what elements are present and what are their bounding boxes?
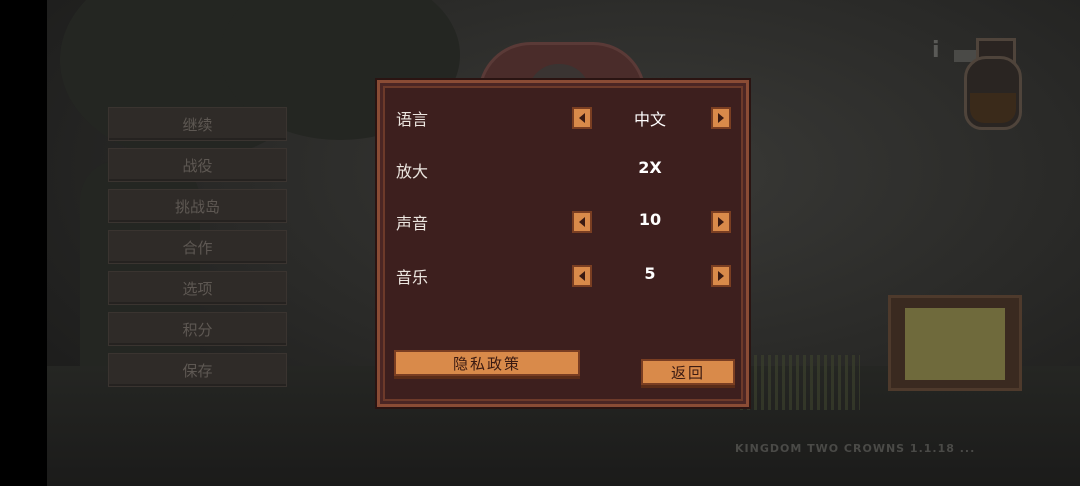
- option-row-zoom: 放大 2X: [380, 155, 746, 185]
- map-scroll: [905, 308, 1005, 380]
- option-row-music: 音乐 5: [380, 261, 746, 291]
- language-value: 中文: [633, 110, 666, 129]
- sound-decrease-button[interactable]: [572, 211, 592, 233]
- sound-label: 声音: [396, 214, 429, 233]
- back-button[interactable]: 返回: [641, 359, 735, 385]
- version-watermark: KINGDOM TWO CROWNS 1.1.18 ...: [735, 442, 976, 455]
- menu-item-save[interactable]: 保存: [108, 353, 287, 387]
- coin-pouch-icon: [962, 38, 1024, 132]
- arrow-left-icon: [579, 271, 585, 281]
- arrow-right-icon: [718, 113, 724, 123]
- zoom-label: 放大: [396, 162, 429, 181]
- info-icon[interactable]: i: [932, 38, 940, 63]
- left-letterbox: [0, 0, 47, 486]
- option-row-language: 语言 中文: [380, 103, 746, 133]
- menu-item-campaign[interactable]: 战役: [108, 148, 287, 182]
- option-row-sound: 声音 10: [380, 207, 746, 237]
- menu-item-challenge-islands[interactable]: 挑战岛: [108, 189, 287, 223]
- arrow-left-icon: [579, 217, 585, 227]
- music-decrease-button[interactable]: [572, 265, 592, 287]
- arrow-right-icon: [718, 217, 724, 227]
- map-chest-icon[interactable]: [888, 295, 1022, 391]
- language-next-button[interactable]: [711, 107, 731, 129]
- grass-patch: [740, 355, 860, 410]
- music-increase-button[interactable]: [711, 265, 731, 287]
- language-label: 语言: [396, 110, 429, 129]
- arrow-right-icon: [718, 271, 724, 281]
- arrow-left-icon: [579, 113, 585, 123]
- main-menu: 继续 战役 挑战岛 合作 选项 积分 保存: [108, 107, 287, 394]
- privacy-policy-button[interactable]: 隐私政策: [394, 350, 580, 376]
- options-dialog: 语言 中文 放大 2X 声音 10 音乐 5 隐私政策 返回: [375, 78, 751, 409]
- music-label: 音乐: [396, 268, 429, 287]
- menu-item-coop[interactable]: 合作: [108, 230, 287, 264]
- zoom-value: 2X: [638, 158, 662, 177]
- menu-item-continue[interactable]: 继续: [108, 107, 287, 141]
- menu-item-options[interactable]: 选项: [108, 271, 287, 305]
- sound-value: 10: [638, 210, 662, 229]
- menu-item-credits[interactable]: 积分: [108, 312, 287, 346]
- language-prev-button[interactable]: [572, 107, 592, 129]
- music-value: 5: [644, 264, 656, 283]
- sound-increase-button[interactable]: [711, 211, 731, 233]
